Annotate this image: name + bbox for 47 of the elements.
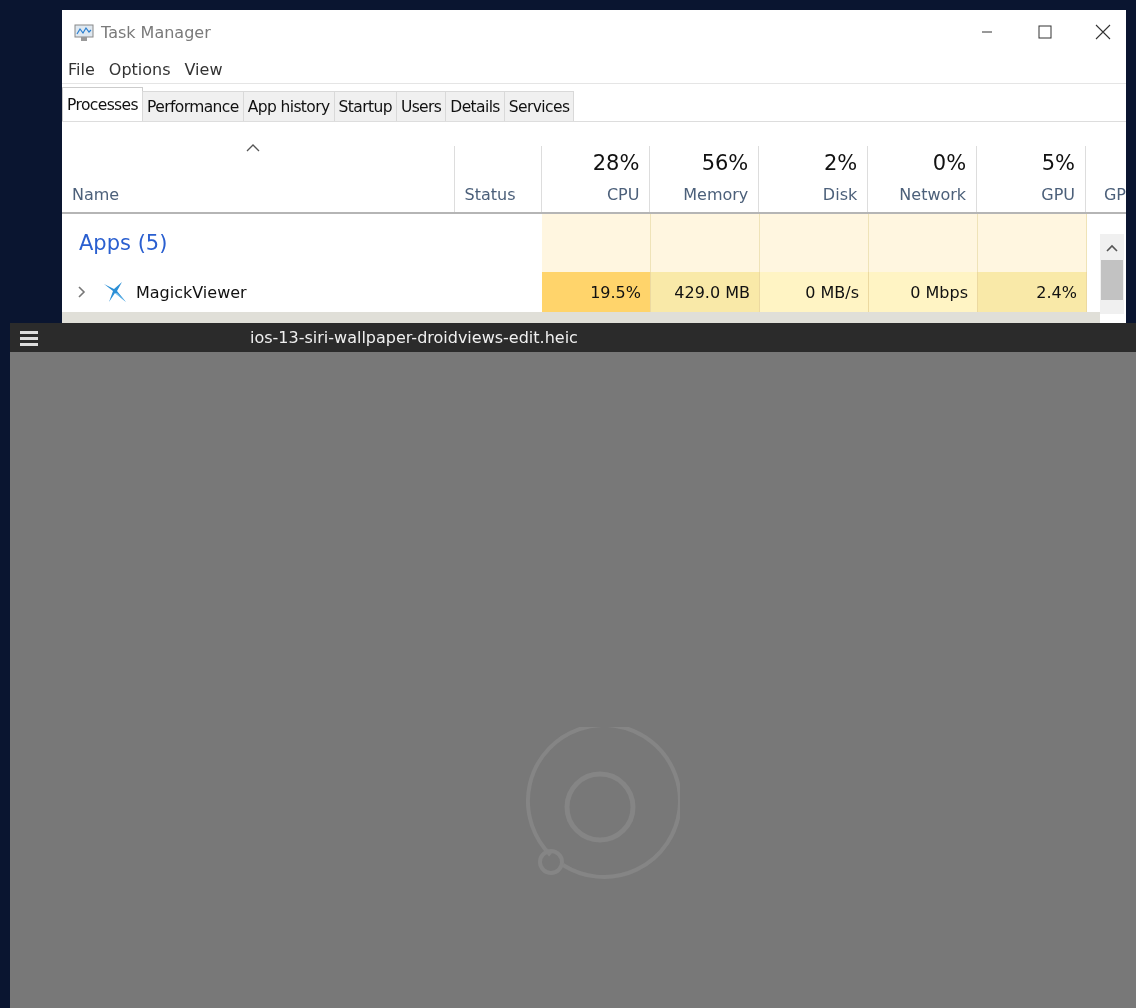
menu-item[interactable]: View (184, 59, 223, 79)
usage-percent: 28% (592, 151, 640, 175)
window-title: ios-13-siri-wallpaper-droidviews-edit.heic (250, 328, 578, 347)
usage-percent: 5% (1041, 151, 1076, 175)
column-header[interactable]: 2% Disk (759, 146, 869, 212)
column-header[interactable]: 5% GPU (977, 146, 1087, 212)
column-header[interactable]: 56% Memory (650, 146, 760, 212)
column-label: GP (1103, 185, 1126, 204)
usage-percent: 0% (932, 151, 967, 175)
column-label: Memory (683, 185, 749, 204)
tab[interactable]: Performance (142, 91, 244, 121)
table-cell: 19.5% (542, 272, 651, 312)
column-header[interactable]: Name (62, 146, 455, 212)
tab[interactable]: Startup (333, 91, 397, 121)
table-cell: 0 Mbps (869, 272, 978, 312)
tab[interactable]: App history (242, 91, 335, 121)
process-name: MagickViewer (136, 282, 247, 302)
column-label: Status (464, 185, 516, 204)
tab[interactable]: Details (445, 91, 505, 121)
tab[interactable]: Services (503, 91, 575, 121)
table-cell: 429.0 MB (651, 272, 760, 312)
chevron-icon[interactable] (76, 286, 86, 298)
tab[interactable]: Users (395, 91, 447, 121)
menu-icon[interactable] (20, 329, 38, 346)
maximize-icon (1038, 25, 1052, 39)
column-label: CPU (606, 185, 640, 204)
monitor-chart-icon (74, 23, 94, 42)
column-label: Name (72, 185, 120, 204)
menu-item[interactable]: File (68, 59, 95, 79)
menu-item[interactable]: Options (108, 59, 171, 79)
scroll-up-icon[interactable] (1106, 244, 1118, 252)
tab[interactable]: Processes (62, 87, 143, 121)
column-header[interactable]: 0% Network (868, 146, 978, 212)
usage-percent: 2% (823, 151, 858, 175)
close-icon (1095, 24, 1111, 40)
column-header[interactable]: Status (454, 146, 542, 212)
scrollbar-thumb[interactable] (1101, 260, 1123, 300)
column-label: GPU (1041, 185, 1076, 204)
window-title: Task Manager (101, 23, 211, 42)
usage-percent: 56% (701, 151, 749, 175)
table-cell: 2.4% (978, 272, 1087, 312)
column-label: Disk (822, 185, 858, 204)
table-cell: 0 MB/s (760, 272, 869, 312)
group-heading: Apps (5) (79, 231, 168, 255)
column-header[interactable]: 28% CPU (541, 146, 651, 212)
column-label: Network (899, 185, 967, 204)
column-header[interactable]: GP (1086, 146, 1126, 212)
